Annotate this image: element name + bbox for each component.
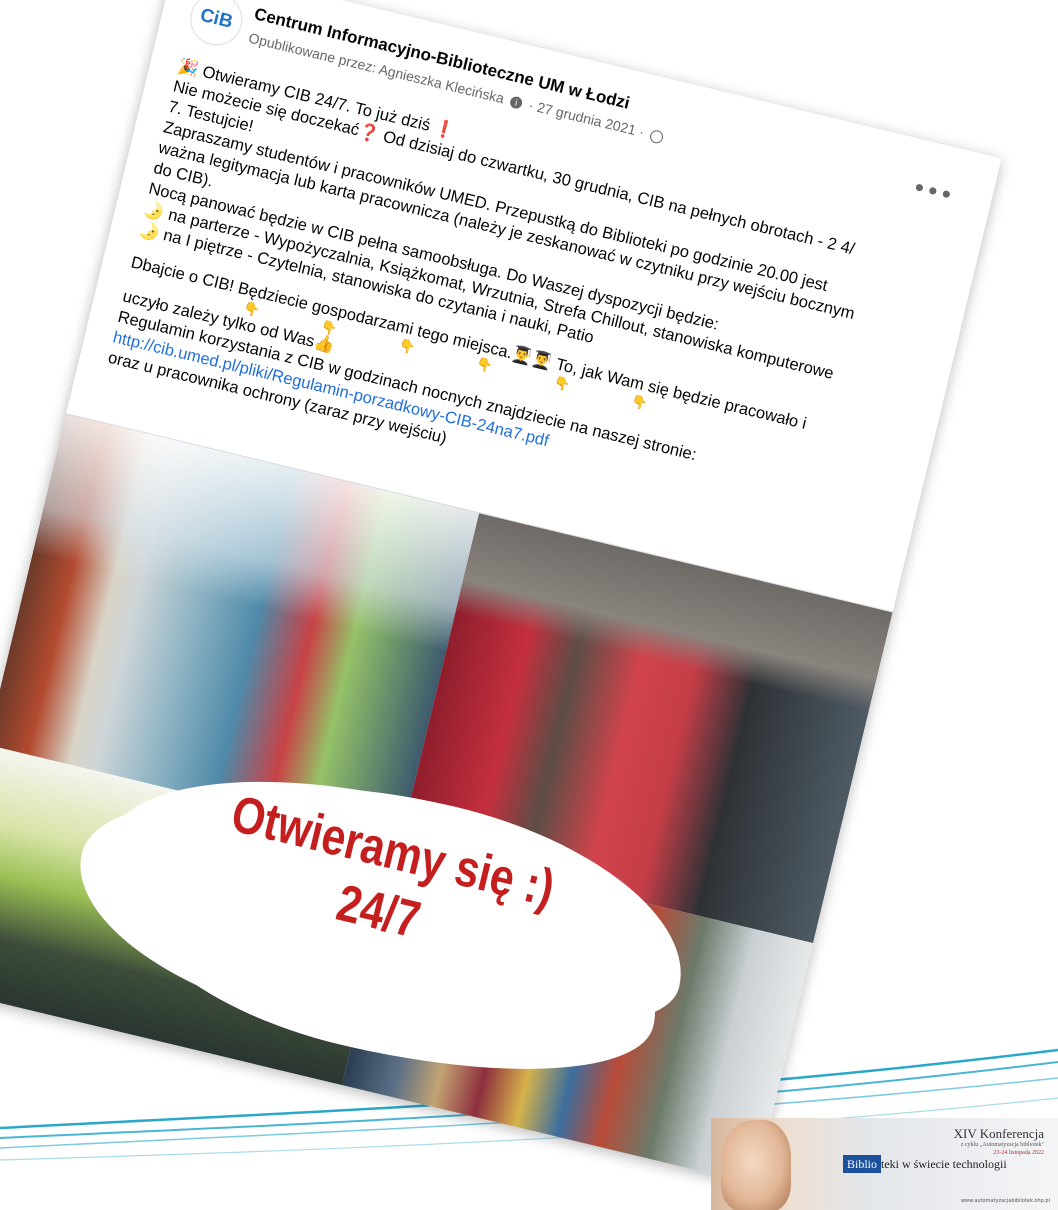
woman-photo	[721, 1120, 791, 1210]
conference-subtitle: z cyklu „Automatyzacja bibliotek"	[960, 1142, 1044, 1148]
tagline-rest: teki w świecie technologii	[881, 1157, 1007, 1171]
info-icon[interactable]: i	[508, 95, 524, 111]
conference-title: XIV Konferencja	[953, 1126, 1044, 1141]
conference-banner: XIV Konferencja z cyklu „Automatyzacja b…	[711, 1118, 1058, 1210]
page-avatar[interactable]: CiB	[184, 0, 248, 51]
conference-tagline: Biblio teki w świecie technologii	[843, 1155, 1007, 1173]
conference-url: www.automatyzacjabibliotek.ohp.pl	[960, 1198, 1050, 1204]
globe-icon	[648, 128, 665, 145]
tagline-boxed: Biblio	[843, 1155, 882, 1173]
conference-dates: 23-24 listopada 2022	[993, 1150, 1044, 1156]
more-options-button[interactable]: •••	[910, 175, 956, 208]
